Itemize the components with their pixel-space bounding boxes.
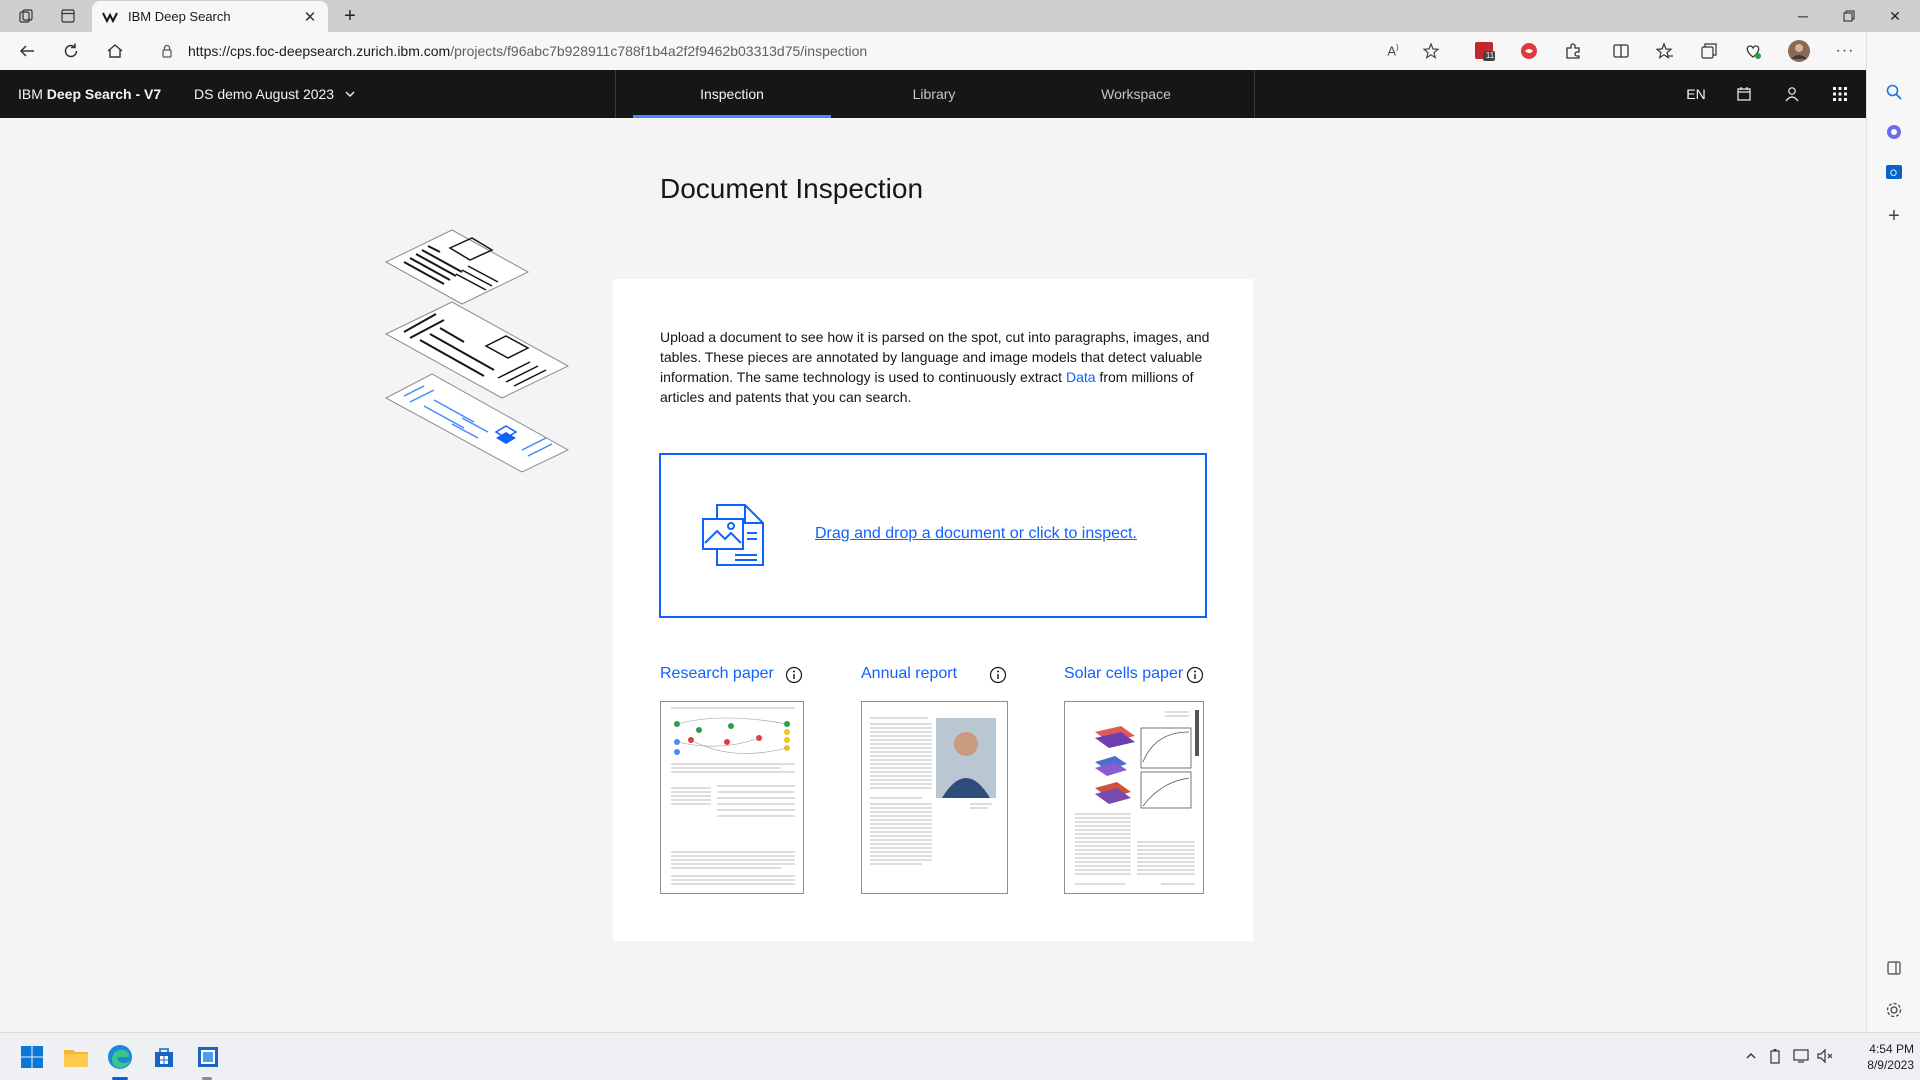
notifications-icon[interactable]	[1720, 70, 1768, 118]
info-icon[interactable]	[785, 666, 803, 684]
windows-start-icon[interactable]	[18, 1043, 46, 1071]
tab-workspace[interactable]: Workspace	[1037, 70, 1235, 118]
battery-icon[interactable]	[1766, 1047, 1784, 1065]
windows-taskbar: 4:54 PM 8/9/2023	[0, 1032, 1920, 1080]
research-paper-thumbnail[interactable]	[660, 701, 804, 894]
app-header: IBM Deep Search - V7 DS demo August 2023…	[0, 70, 1866, 118]
restore-button[interactable]	[1826, 0, 1872, 32]
extension-badge: 11	[1485, 51, 1495, 60]
address-bar[interactable]: https://cps.foc-deepsearch.zurich.ibm.co…	[146, 36, 1456, 66]
sidebar-add-icon[interactable]: +	[1882, 204, 1906, 228]
tab-inspection[interactable]: Inspection	[633, 70, 831, 118]
favorites-icon[interactable]	[1654, 40, 1676, 62]
new-tab-button[interactable]: +	[338, 4, 362, 28]
browser-essentials-icon[interactable]	[1742, 40, 1764, 62]
extensions-puzzle-icon[interactable]	[1562, 40, 1584, 62]
solar-cells-paper-thumbnail[interactable]	[1064, 701, 1204, 894]
nav-divider	[615, 70, 616, 118]
profile-avatar[interactable]	[1788, 40, 1810, 62]
volume-muted-icon[interactable]	[1816, 1047, 1834, 1065]
page-title: Document Inspection	[660, 173, 924, 204]
info-icon[interactable]	[1186, 666, 1204, 684]
clock-date: 8/9/2023	[1867, 1058, 1914, 1072]
edge-browser-icon[interactable]	[106, 1043, 134, 1071]
sidebar-search-icon[interactable]	[1882, 80, 1906, 104]
sidebar-tools-icon[interactable]	[1882, 120, 1906, 144]
more-options-icon[interactable]: ···	[1834, 40, 1856, 62]
intro-text: Upload a document to see how it is parse…	[660, 329, 1210, 405]
home-icon[interactable]	[104, 40, 126, 62]
sidebar-settings-icon[interactable]	[1882, 998, 1906, 1022]
close-window-button[interactable]: ✕	[1872, 0, 1918, 32]
tab-title: IBM Deep Search	[128, 9, 231, 24]
lock-icon[interactable]	[160, 44, 174, 58]
app-brand[interactable]: IBM Deep Search - V7	[18, 70, 161, 118]
deep-search-favicon-icon	[102, 9, 118, 25]
browser-toolbar: https://cps.foc-deepsearch.zurich.ibm.co…	[0, 32, 1920, 70]
nav-divider	[1254, 70, 1255, 118]
favorite-star-icon[interactable]	[1420, 40, 1442, 62]
app-switcher-icon[interactable]	[1816, 70, 1864, 118]
document-image-icon	[701, 503, 765, 567]
split-screen-icon[interactable]	[1610, 40, 1632, 62]
tab-actions-icon[interactable]	[58, 6, 78, 26]
collections-icon[interactable]	[1698, 40, 1720, 62]
close-tab-icon[interactable]: ✕	[302, 9, 318, 26]
sample-research-paper-link[interactable]: Research paper	[660, 665, 774, 683]
sidebar-hide-icon[interactable]	[1882, 956, 1906, 980]
document-dropzone[interactable]: Drag and drop a document or click to ins…	[659, 453, 1207, 618]
refresh-icon[interactable]	[60, 40, 82, 62]
system-clock[interactable]: 4:54 PM 8/9/2023	[1840, 1041, 1914, 1073]
clock-time: 4:54 PM	[1869, 1042, 1914, 1056]
chevron-up-icon[interactable]	[1742, 1047, 1760, 1065]
info-icon[interactable]	[989, 666, 1007, 684]
network-icon[interactable]	[1792, 1047, 1810, 1065]
svg-text:O: O	[1890, 168, 1897, 178]
red-extension-icon[interactable]	[1518, 40, 1540, 62]
project-name: DS demo August 2023	[194, 86, 335, 102]
file-explorer-icon[interactable]	[62, 1043, 90, 1071]
calendar-extension-icon[interactable]: 11	[1474, 40, 1496, 62]
browser-tab-active[interactable]: IBM Deep Search ✕	[92, 1, 328, 32]
inspection-card: Upload a document to see how it is parse…	[613, 279, 1253, 941]
browser-tab-bar: IBM Deep Search ✕ + ─ ✕	[0, 0, 1920, 32]
user-icon[interactable]	[1768, 70, 1816, 118]
data-link[interactable]: Data	[1066, 369, 1096, 385]
microsoft-store-icon[interactable]	[150, 1043, 178, 1071]
project-selector[interactable]: DS demo August 2023	[194, 70, 356, 118]
sidebar-outlook-icon[interactable]: O	[1882, 160, 1906, 184]
language-selector[interactable]: EN	[1672, 70, 1720, 118]
document-layers-illustration	[380, 228, 580, 473]
annual-report-thumbnail[interactable]	[861, 701, 1008, 894]
taskbar-app-icon[interactable]	[194, 1043, 222, 1071]
chevron-down-icon	[345, 91, 355, 97]
sample-annual-report-link[interactable]: Annual report	[861, 665, 957, 683]
back-icon[interactable]	[16, 40, 38, 62]
inspect-upload-link[interactable]: Drag and drop a document or click to ins…	[815, 525, 1137, 543]
url-text: https://cps.foc-deepsearch.zurich.ibm.co…	[188, 43, 868, 59]
tab-library[interactable]: Library	[835, 70, 1033, 118]
edge-sidebar: O +	[1866, 32, 1920, 1032]
sample-solar-cells-paper-link[interactable]: Solar cells paper	[1064, 665, 1183, 683]
workspaces-icon[interactable]	[16, 6, 36, 26]
minimize-button[interactable]: ─	[1780, 0, 1826, 32]
read-aloud-icon[interactable]: A)	[1382, 40, 1404, 62]
